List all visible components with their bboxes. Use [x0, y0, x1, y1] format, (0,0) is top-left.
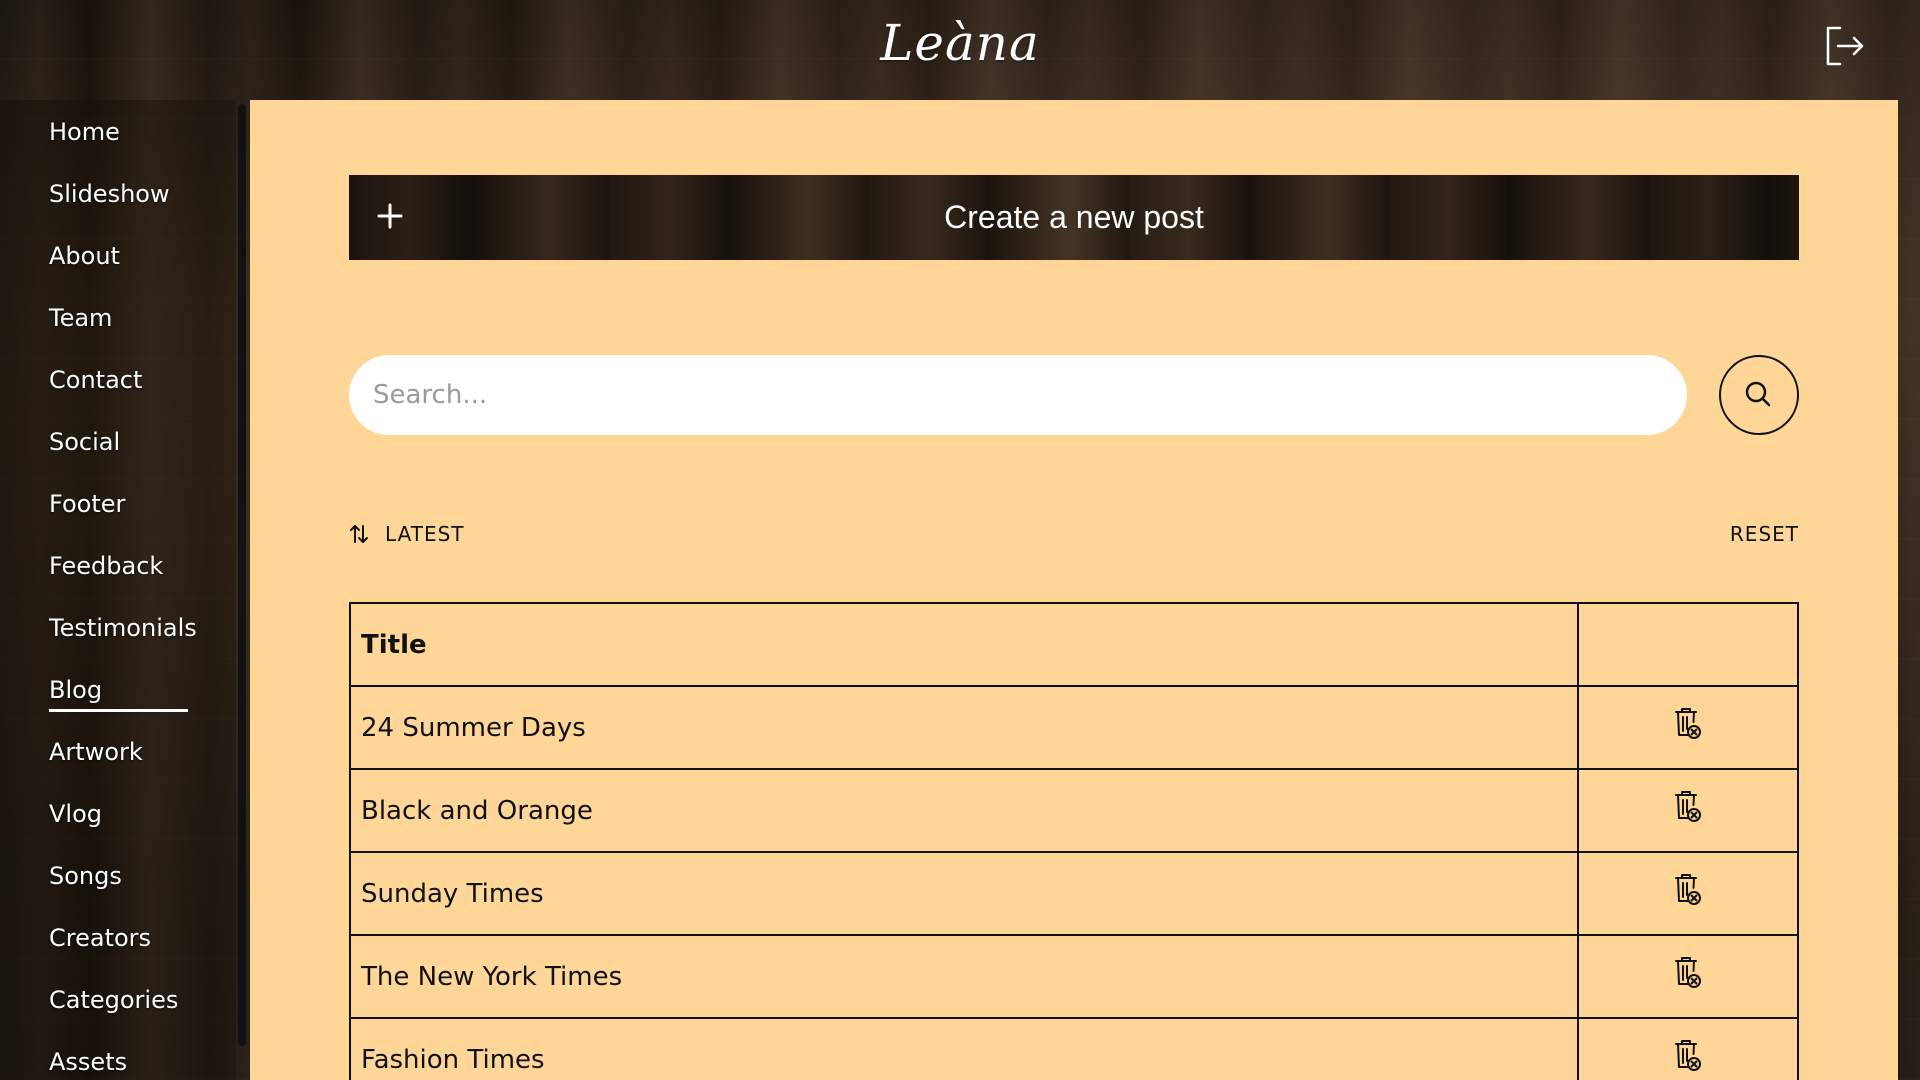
sidebar-item-team[interactable]: Team [0, 298, 236, 360]
sidebar-item-creators[interactable]: Creators [0, 918, 236, 980]
trash-delete-icon[interactable] [1673, 707, 1703, 741]
sidebar-item-social[interactable]: Social [0, 422, 236, 484]
row-actions [1577, 851, 1799, 936]
sidebar-item-label: Slideshow [49, 180, 170, 208]
sidebar-nav: Home Slideshow About Team Contact Social… [0, 100, 236, 1080]
sidebar-item-label: Footer [49, 490, 126, 518]
sidebar-item-contact[interactable]: Contact [0, 360, 236, 422]
logout-icon[interactable] [1822, 24, 1866, 68]
create-post-button[interactable]: Create a new post [349, 175, 1799, 260]
header: Leàna [0, 0, 1920, 100]
sidebar-item-label: Testimonials [49, 614, 197, 642]
trash-delete-icon[interactable] [1673, 873, 1703, 907]
row-actions [1577, 934, 1799, 1019]
sidebar-item-label: Blog [49, 671, 189, 712]
sidebar-item-about[interactable]: About [0, 236, 236, 298]
table-row[interactable]: Sunday Times [348, 851, 1799, 936]
search-icon [1745, 381, 1771, 407]
sort-arrows-icon [350, 525, 368, 543]
post-title[interactable]: 24 Summer Days [348, 685, 1580, 770]
sidebar-item-label: Artwork [49, 738, 143, 766]
sort-toggle[interactable]: LATEST [349, 518, 465, 550]
sidebar-item-blog[interactable]: Blog [0, 670, 236, 732]
row-actions [1577, 685, 1799, 770]
sidebar-item-label: Assets [49, 1048, 128, 1076]
sidebar-item-footer[interactable]: Footer [0, 484, 236, 546]
sort-label: LATEST [385, 522, 465, 546]
post-title[interactable]: Black and Orange [348, 768, 1580, 853]
post-title[interactable]: The New York Times [348, 934, 1580, 1019]
create-post-label: Create a new post [944, 199, 1204, 235]
site-logo: Leàna [880, 14, 1040, 72]
sidebar-item-feedback[interactable]: Feedback [0, 546, 236, 608]
column-header-actions [1577, 602, 1799, 687]
row-actions [1577, 1017, 1799, 1080]
table-row[interactable]: The New York Times [348, 934, 1799, 1019]
sidebar-item-label: Categories [49, 986, 179, 1014]
table-row[interactable]: 24 Summer Days [348, 685, 1799, 770]
sidebar-item-label: About [49, 242, 120, 270]
search-button[interactable] [1719, 355, 1799, 435]
table-row[interactable]: Black and Orange [348, 768, 1799, 853]
trash-delete-icon[interactable] [1673, 1039, 1703, 1073]
sidebar-item-categories[interactable]: Categories [0, 980, 236, 1042]
reset-button[interactable]: RESET [1730, 518, 1799, 550]
sidebar-item-label: Creators [49, 924, 152, 952]
table-row[interactable]: Fashion Times [348, 1017, 1799, 1080]
post-title[interactable]: Fashion Times [348, 1017, 1580, 1080]
table-header-row: Title [348, 602, 1799, 687]
search-input[interactable] [349, 355, 1687, 435]
sidebar-item-label: Social [49, 428, 121, 456]
sidebar-item-artwork[interactable]: Artwork [0, 732, 236, 794]
sidebar-item-label: Songs [49, 862, 122, 890]
posts-table: Title 24 Summer Days Black and Orange Su… [348, 602, 1799, 1080]
sidebar-item-label: Home [49, 118, 120, 146]
post-title[interactable]: Sunday Times [348, 851, 1580, 936]
trash-delete-icon[interactable] [1673, 790, 1703, 824]
row-actions [1577, 768, 1799, 853]
sidebar-item-label: Feedback [49, 552, 164, 580]
sidebar-item-testimonials[interactable]: Testimonials [0, 608, 236, 670]
sidebar-item-songs[interactable]: Songs [0, 856, 236, 918]
sidebar-item-label: Contact [49, 366, 143, 394]
sidebar-item-slideshow[interactable]: Slideshow [0, 174, 236, 236]
sidebar-item-label: Team [49, 304, 113, 332]
sidebar-item-label: Vlog [49, 800, 103, 828]
sidebar-item-vlog[interactable]: Vlog [0, 794, 236, 856]
column-header-title: Title [348, 602, 1580, 687]
main-panel: Create a new post LATEST RESET Title 24 … [250, 100, 1898, 1080]
trash-delete-icon[interactable] [1673, 956, 1703, 990]
sidebar-scrollbar[interactable] [238, 104, 246, 1046]
sidebar-item-assets[interactable]: Assets [0, 1042, 236, 1080]
sidebar-item-home[interactable]: Home [0, 112, 236, 174]
